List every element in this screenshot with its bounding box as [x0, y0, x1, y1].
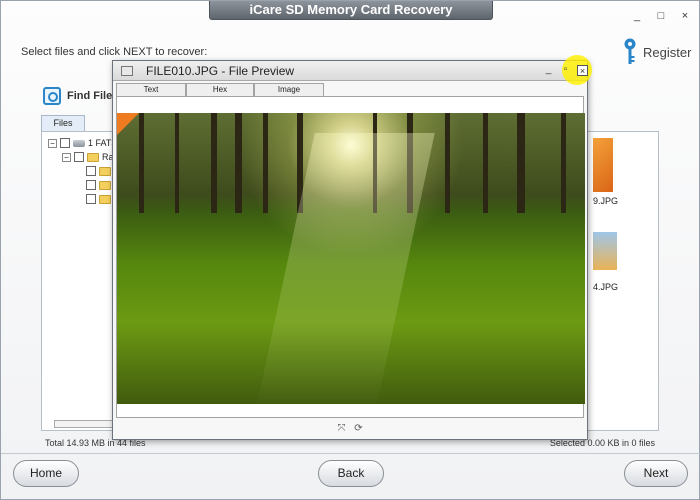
- tab-text[interactable]: Text: [116, 83, 186, 96]
- file-preview-dialog: FILE010.JPG - File Preview _ ▫ × Text He…: [112, 55, 592, 440]
- preview-toolbar: ⤧ ⟳: [116, 419, 584, 439]
- preview-tabs: Text Hex Image: [116, 83, 324, 96]
- thumbnail-label: 4.JPG: [593, 282, 619, 292]
- find-file-icon: [43, 87, 61, 105]
- minimize-icon[interactable]: _: [631, 11, 643, 23]
- preview-title: FILE010.JPG - File Preview: [146, 64, 295, 78]
- close-icon[interactable]: ×: [577, 65, 588, 76]
- instruction-text: Select files and click NEXT to recover:: [21, 46, 208, 58]
- tree-folder-row[interactable]: − Rav: [62, 152, 118, 162]
- checkbox[interactable]: [86, 180, 96, 190]
- preview-content: [116, 96, 585, 418]
- home-button[interactable]: Home: [13, 460, 79, 487]
- tree-child-row[interactable]: [86, 166, 111, 176]
- divider: [1, 453, 700, 454]
- maximize-icon[interactable]: □: [655, 11, 667, 23]
- key-icon: [624, 38, 636, 64]
- folder-icon: [99, 166, 111, 176]
- drive-icon: [73, 139, 85, 147]
- find-file-button[interactable]: Find File: [43, 87, 112, 105]
- register-label: Register: [643, 44, 692, 60]
- folder-icon: [87, 152, 99, 162]
- tab-hex[interactable]: Hex: [186, 83, 254, 96]
- minimize-icon[interactable]: _: [543, 65, 554, 76]
- checkbox[interactable]: [86, 166, 96, 176]
- horizontal-scrollbar[interactable]: [54, 420, 114, 428]
- thumbnail-label: 9.JPG: [593, 196, 619, 206]
- close-icon[interactable]: ×: [679, 11, 691, 23]
- folder-icon: [99, 180, 111, 190]
- checkbox[interactable]: [74, 152, 84, 162]
- thumbnail-image[interactable]: [593, 232, 617, 270]
- app-title: iCare SD Memory Card Recovery: [209, 1, 493, 20]
- expander-icon[interactable]: −: [48, 138, 57, 148]
- next-button[interactable]: Next: [624, 460, 688, 487]
- register-link[interactable]: Register: [623, 37, 691, 67]
- checkbox[interactable]: [60, 138, 70, 148]
- window-controls: _ □ ×: [631, 11, 691, 23]
- tab-files[interactable]: Files: [41, 115, 85, 131]
- expander-icon[interactable]: −: [62, 152, 71, 162]
- maximize-icon[interactable]: ▫: [560, 65, 571, 76]
- back-button[interactable]: Back: [318, 460, 384, 487]
- folder-icon: [99, 194, 111, 204]
- tree-root-row[interactable]: − 1 FAT3: [48, 138, 116, 148]
- tree-child-row[interactable]: [86, 180, 111, 190]
- tab-image[interactable]: Image: [254, 83, 324, 96]
- preview-app-icon: [121, 66, 133, 76]
- preview-image: [117, 113, 585, 404]
- checkbox[interactable]: [86, 194, 96, 204]
- fit-icon[interactable]: ⤧: [336, 423, 348, 435]
- find-file-label: Find File: [67, 90, 113, 102]
- thumbnail-image[interactable]: [593, 138, 613, 192]
- rotate-icon[interactable]: ⟳: [353, 423, 365, 435]
- tree-child-row[interactable]: [86, 194, 111, 204]
- preview-title-bar[interactable]: FILE010.JPG - File Preview _ ▫ ×: [113, 55, 592, 85]
